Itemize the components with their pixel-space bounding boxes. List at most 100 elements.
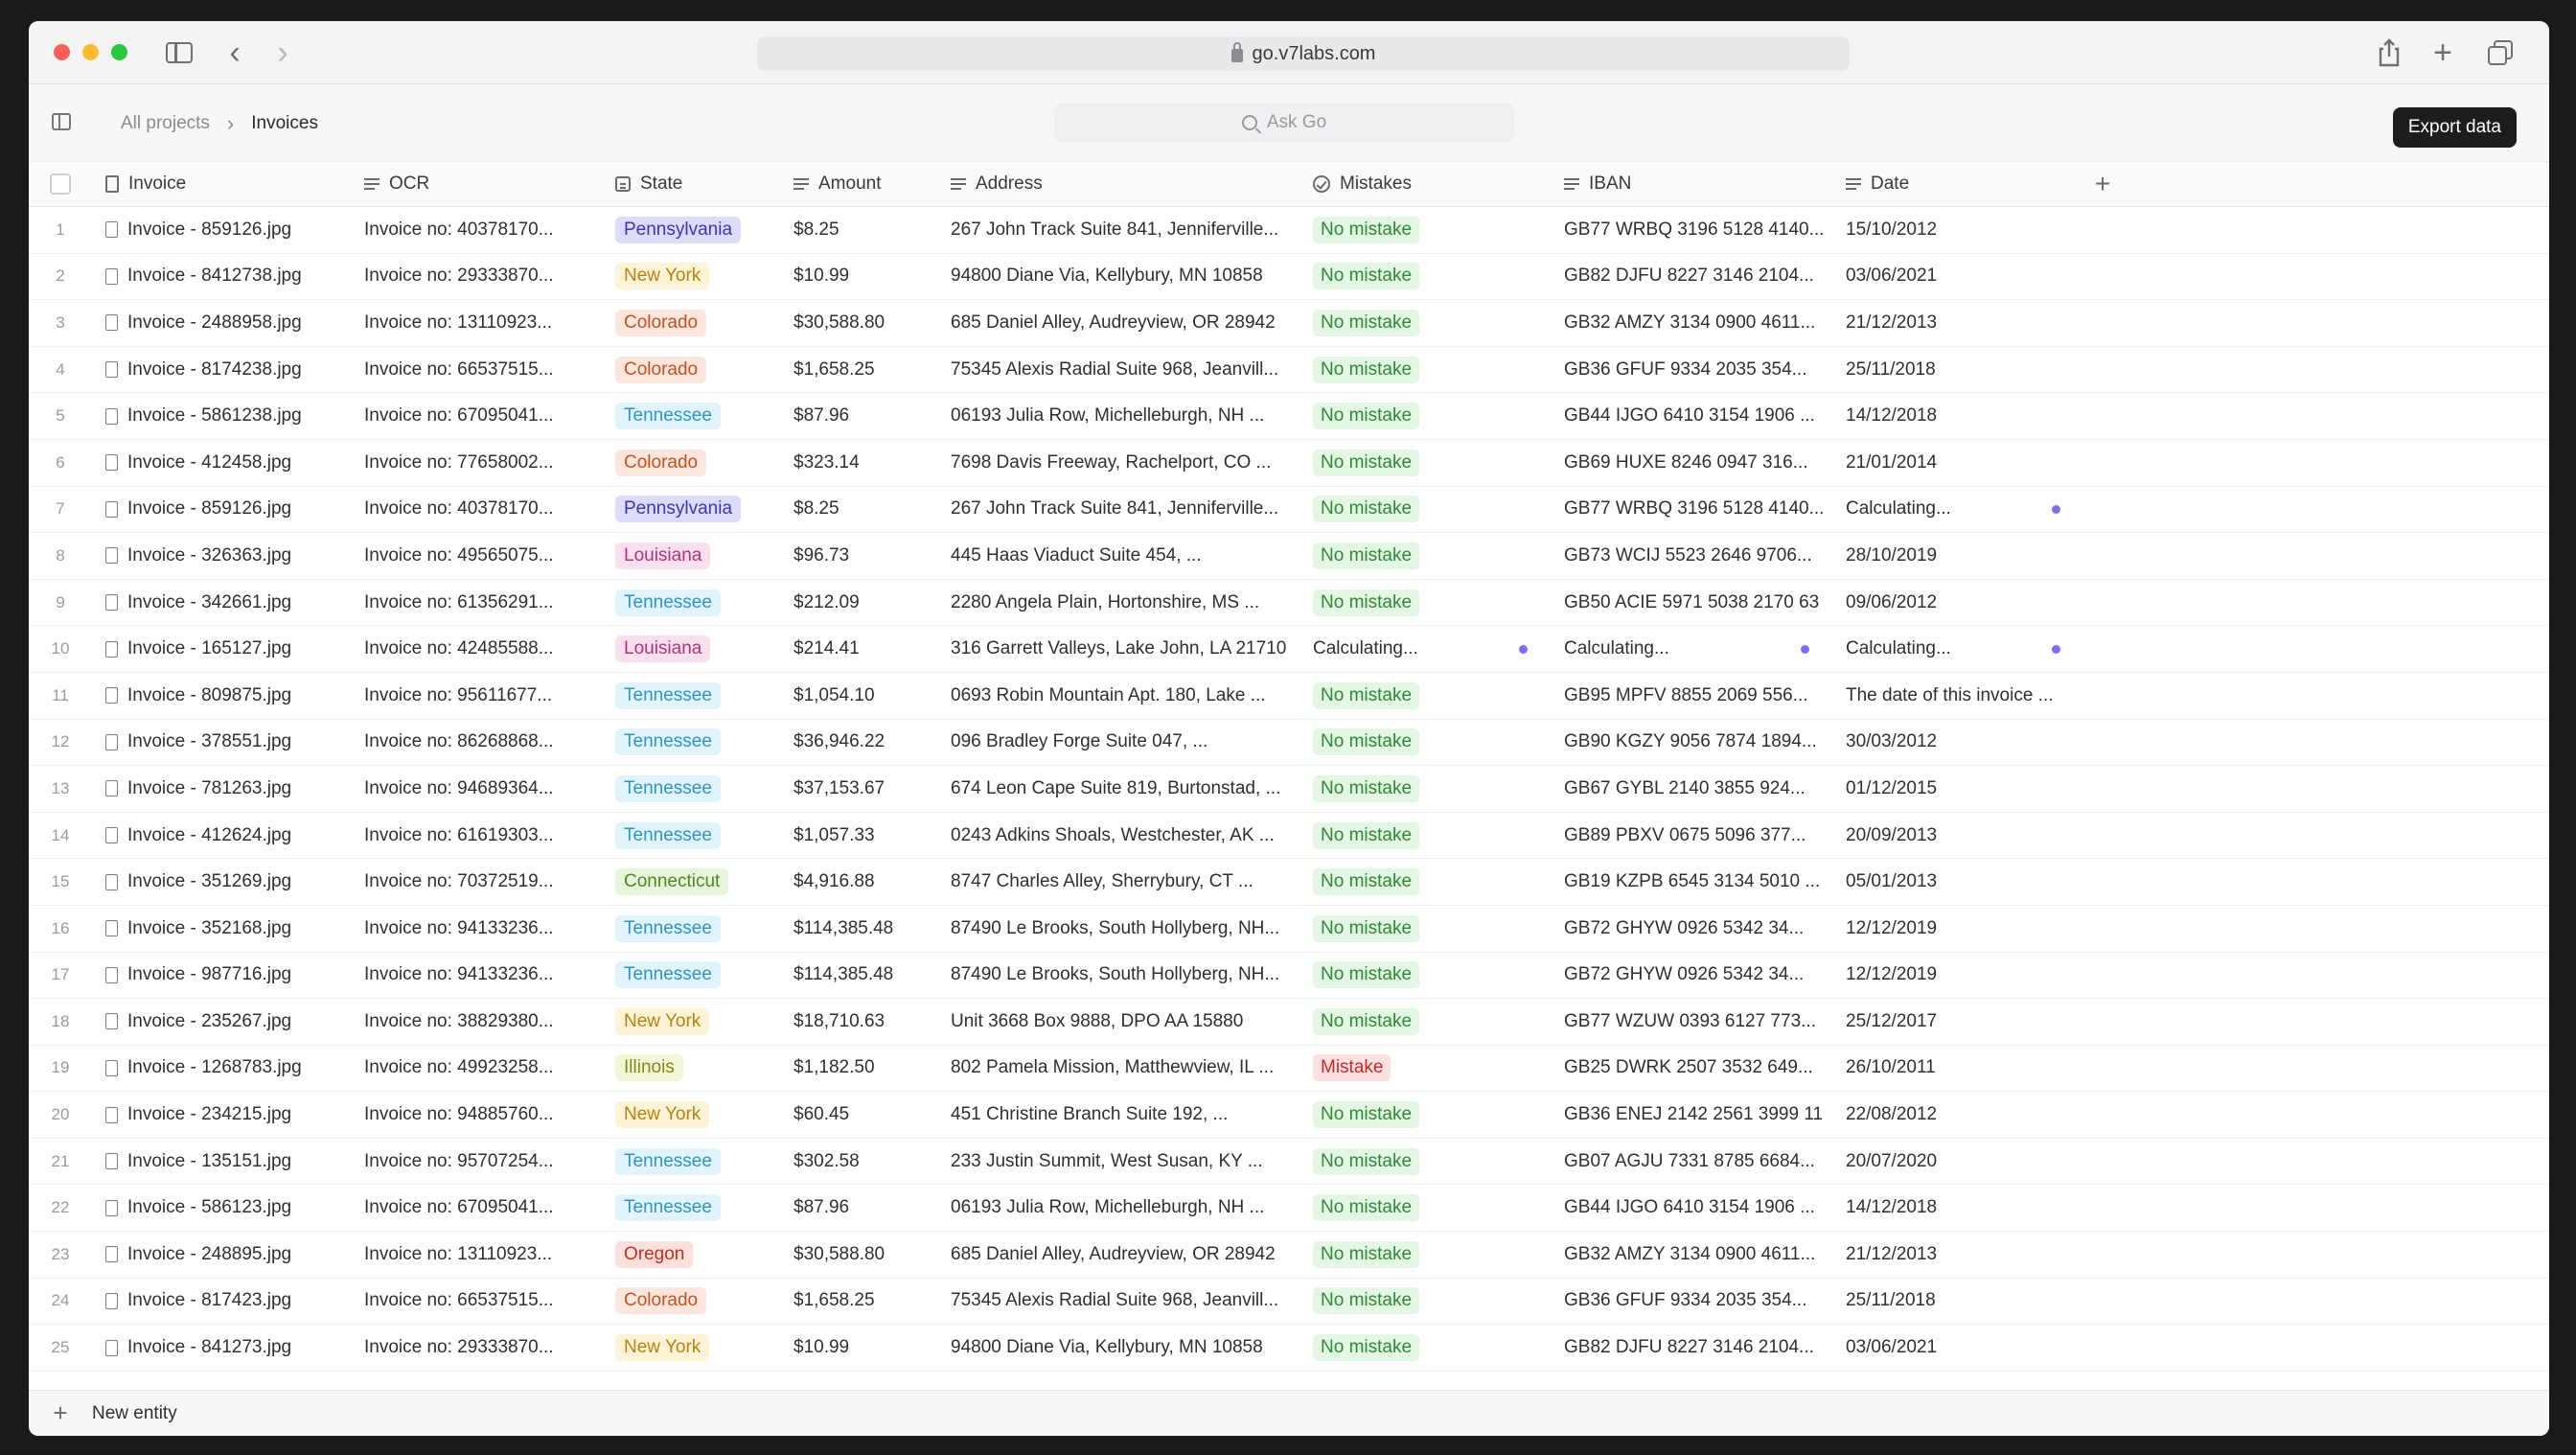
invoice-cell[interactable]: Invoice - 235267.jpg [92, 1011, 351, 1032]
address-cell[interactable]: 233 Justin Summit, West Susan, KY ... [937, 1151, 1300, 1172]
iban-cell[interactable]: GB72 GHYW 0926 5342 34... [1551, 918, 1832, 939]
state-cell[interactable]: Pennsylvania [602, 216, 780, 243]
address-cell[interactable]: 096 Bradley Forge Suite 047, ... [937, 731, 1300, 752]
mistakes-cell[interactable]: No mistake [1300, 821, 1551, 849]
invoice-cell[interactable]: Invoice - 5861238.jpg [92, 405, 351, 427]
state-cell[interactable]: Louisiana [602, 542, 780, 569]
amount-cell[interactable]: $87.96 [780, 405, 937, 427]
date-cell[interactable]: 03/06/2021 [1832, 266, 2083, 287]
ocr-cell[interactable]: Invoice no: 94885760... [351, 1104, 602, 1125]
state-cell[interactable]: Louisiana [602, 635, 780, 663]
amount-cell[interactable]: $1,054.10 [780, 685, 937, 706]
table-row[interactable]: 17 Invoice - 987716.jpg Invoice no: 941332… [29, 953, 2549, 1000]
amount-cell[interactable]: $302.58 [780, 1151, 937, 1172]
address-cell[interactable]: 451 Christine Branch Suite 192, ... [937, 1104, 1300, 1125]
date-cell[interactable]: The date of this invoice ... [1832, 685, 2083, 706]
date-cell[interactable]: 14/12/2018 [1832, 405, 2083, 427]
iban-cell[interactable]: GB36 GFUF 9334 2035 354... [1551, 1290, 1832, 1311]
ocr-cell[interactable]: Invoice no: 38829380... [351, 1011, 602, 1032]
ocr-cell[interactable]: Invoice no: 86268868... [351, 731, 602, 752]
mistakes-cell[interactable]: No mistake [1300, 728, 1551, 756]
table-row[interactable]: 20 Invoice - 234215.jpg Invoice no: 948857… [29, 1092, 2549, 1139]
address-cell[interactable]: 445 Haas Viaduct Suite 454, ... [937, 545, 1300, 566]
address-cell[interactable]: 0243 Adkins Shoals, Westchester, AK ... [937, 825, 1300, 846]
date-cell[interactable]: 25/11/2018 [1832, 1290, 2083, 1311]
state-cell[interactable]: Tennessee [602, 774, 780, 802]
back-icon[interactable]: ‹ [220, 36, 249, 69]
invoice-cell[interactable]: Invoice - 859126.jpg [92, 219, 351, 241]
amount-cell[interactable]: $114,385.48 [780, 918, 937, 939]
state-cell[interactable]: New York [602, 1101, 780, 1129]
column-header-invoice[interactable]: Invoice [92, 173, 351, 195]
mistakes-cell[interactable]: No mistake [1300, 216, 1551, 243]
iban-cell[interactable]: GB82 DJFU 8227 3146 2104... [1551, 266, 1832, 287]
invoice-cell[interactable]: Invoice - 781263.jpg [92, 778, 351, 799]
sidebar-toggle-icon[interactable] [163, 36, 196, 69]
table-row[interactable]: 9 Invoice - 342661.jpg Invoice no: 6135629… [29, 580, 2549, 627]
amount-cell[interactable]: $10.99 [780, 1337, 937, 1358]
column-header-date[interactable]: Date [1832, 173, 2083, 195]
state-cell[interactable]: Connecticut [602, 868, 780, 896]
iban-cell[interactable]: GB19 KZPB 6545 3134 5010 ... [1551, 871, 1832, 892]
amount-cell[interactable]: $87.96 [780, 1197, 937, 1218]
amount-cell[interactable]: $8.25 [780, 498, 937, 520]
state-cell[interactable]: Colorado [602, 449, 780, 476]
state-cell[interactable]: Colorado [602, 356, 780, 383]
state-cell[interactable]: Tennessee [602, 961, 780, 989]
amount-cell[interactable]: $1,658.25 [780, 359, 937, 381]
ocr-cell[interactable]: Invoice no: 13110923... [351, 1244, 602, 1265]
address-cell[interactable]: 7698 Davis Freeway, Rachelport, CO ... [937, 452, 1300, 473]
table-row[interactable]: 23 Invoice - 248895.jpg Invoice no: 131109… [29, 1232, 2549, 1279]
select-all-checkbox[interactable] [50, 173, 71, 195]
amount-cell[interactable]: $60.45 [780, 1104, 937, 1125]
date-cell[interactable]: 03/06/2021 [1832, 1337, 2083, 1358]
iban-cell[interactable]: GB44 IJGO 6410 3154 1906 ... [1551, 1197, 1832, 1218]
ocr-cell[interactable]: Invoice no: 29333870... [351, 1337, 602, 1358]
date-cell[interactable]: 28/10/2019 [1832, 545, 2083, 566]
date-cell[interactable]: 09/06/2012 [1832, 592, 2083, 613]
table-row[interactable]: 1 Invoice - 859126.jpg Invoice no: 4037817… [29, 207, 2549, 254]
mistakes-cell[interactable]: No mistake [1300, 589, 1551, 616]
invoice-cell[interactable]: Invoice - 234215.jpg [92, 1104, 351, 1125]
table-row[interactable]: 3 Invoice - 2488958.jpg Invoice no: 131109… [29, 300, 2549, 347]
iban-cell[interactable]: GB72 GHYW 0926 5342 34... [1551, 964, 1832, 985]
amount-cell[interactable]: $4,916.88 [780, 871, 937, 892]
ocr-cell[interactable]: Invoice no: 94689364... [351, 778, 602, 799]
amount-cell[interactable]: $1,182.50 [780, 1057, 937, 1078]
ocr-cell[interactable]: Invoice no: 67095041... [351, 405, 602, 427]
table-row[interactable]: 14 Invoice - 412624.jpg Invoice no: 616193… [29, 813, 2549, 860]
mistakes-cell[interactable]: No mistake [1300, 496, 1551, 523]
address-cell[interactable]: 06193 Julia Row, Michelleburgh, NH ... [937, 1197, 1300, 1218]
state-cell[interactable]: Tennessee [602, 728, 780, 756]
table-row[interactable]: 18 Invoice - 235267.jpg Invoice no: 388293… [29, 999, 2549, 1046]
maximize-window-button[interactable] [111, 44, 127, 60]
invoice-cell[interactable]: Invoice - 8412738.jpg [92, 266, 351, 287]
ocr-cell[interactable]: Invoice no: 40378170... [351, 219, 602, 241]
mistakes-cell[interactable]: No mistake [1300, 868, 1551, 896]
table-row[interactable]: 2 Invoice - 8412738.jpg Invoice no: 293338… [29, 254, 2549, 301]
invoice-cell[interactable]: Invoice - 412624.jpg [92, 825, 351, 846]
mistakes-cell[interactable]: No mistake [1300, 309, 1551, 336]
export-data-button[interactable]: Export data [2392, 107, 2517, 148]
invoice-cell[interactable]: Invoice - 809875.jpg [92, 685, 351, 706]
invoice-cell[interactable]: Invoice - 987716.jpg [92, 964, 351, 985]
mistakes-cell[interactable]: No mistake [1300, 1194, 1551, 1222]
mistakes-cell[interactable]: No mistake [1300, 774, 1551, 802]
state-cell[interactable]: Pennsylvania [602, 496, 780, 523]
mistakes-cell[interactable]: No mistake [1300, 1334, 1551, 1362]
table-row[interactable]: 21 Invoice - 135151.jpg Invoice no: 957072… [29, 1139, 2549, 1186]
ocr-cell[interactable]: Invoice no: 29333870... [351, 266, 602, 287]
date-cell[interactable]: Calculating... [1832, 498, 2083, 520]
state-cell[interactable]: New York [602, 1007, 780, 1035]
state-cell[interactable]: Tennessee [602, 821, 780, 849]
invoice-cell[interactable]: Invoice - 586123.jpg [92, 1197, 351, 1218]
address-cell[interactable]: 267 John Track Suite 841, Jenniferville.… [937, 498, 1300, 520]
table-row[interactable]: 24 Invoice - 817423.jpg Invoice no: 665375… [29, 1279, 2549, 1326]
table-row[interactable]: 11 Invoice - 809875.jpg Invoice no: 956116… [29, 673, 2549, 720]
ocr-cell[interactable]: Invoice no: 42485588... [351, 638, 602, 659]
amount-cell[interactable]: $8.25 [780, 219, 937, 241]
invoice-cell[interactable]: Invoice - 8174238.jpg [92, 359, 351, 381]
invoice-cell[interactable]: Invoice - 841273.jpg [92, 1337, 351, 1358]
close-window-button[interactable] [54, 44, 70, 60]
invoice-cell[interactable]: Invoice - 859126.jpg [92, 498, 351, 520]
